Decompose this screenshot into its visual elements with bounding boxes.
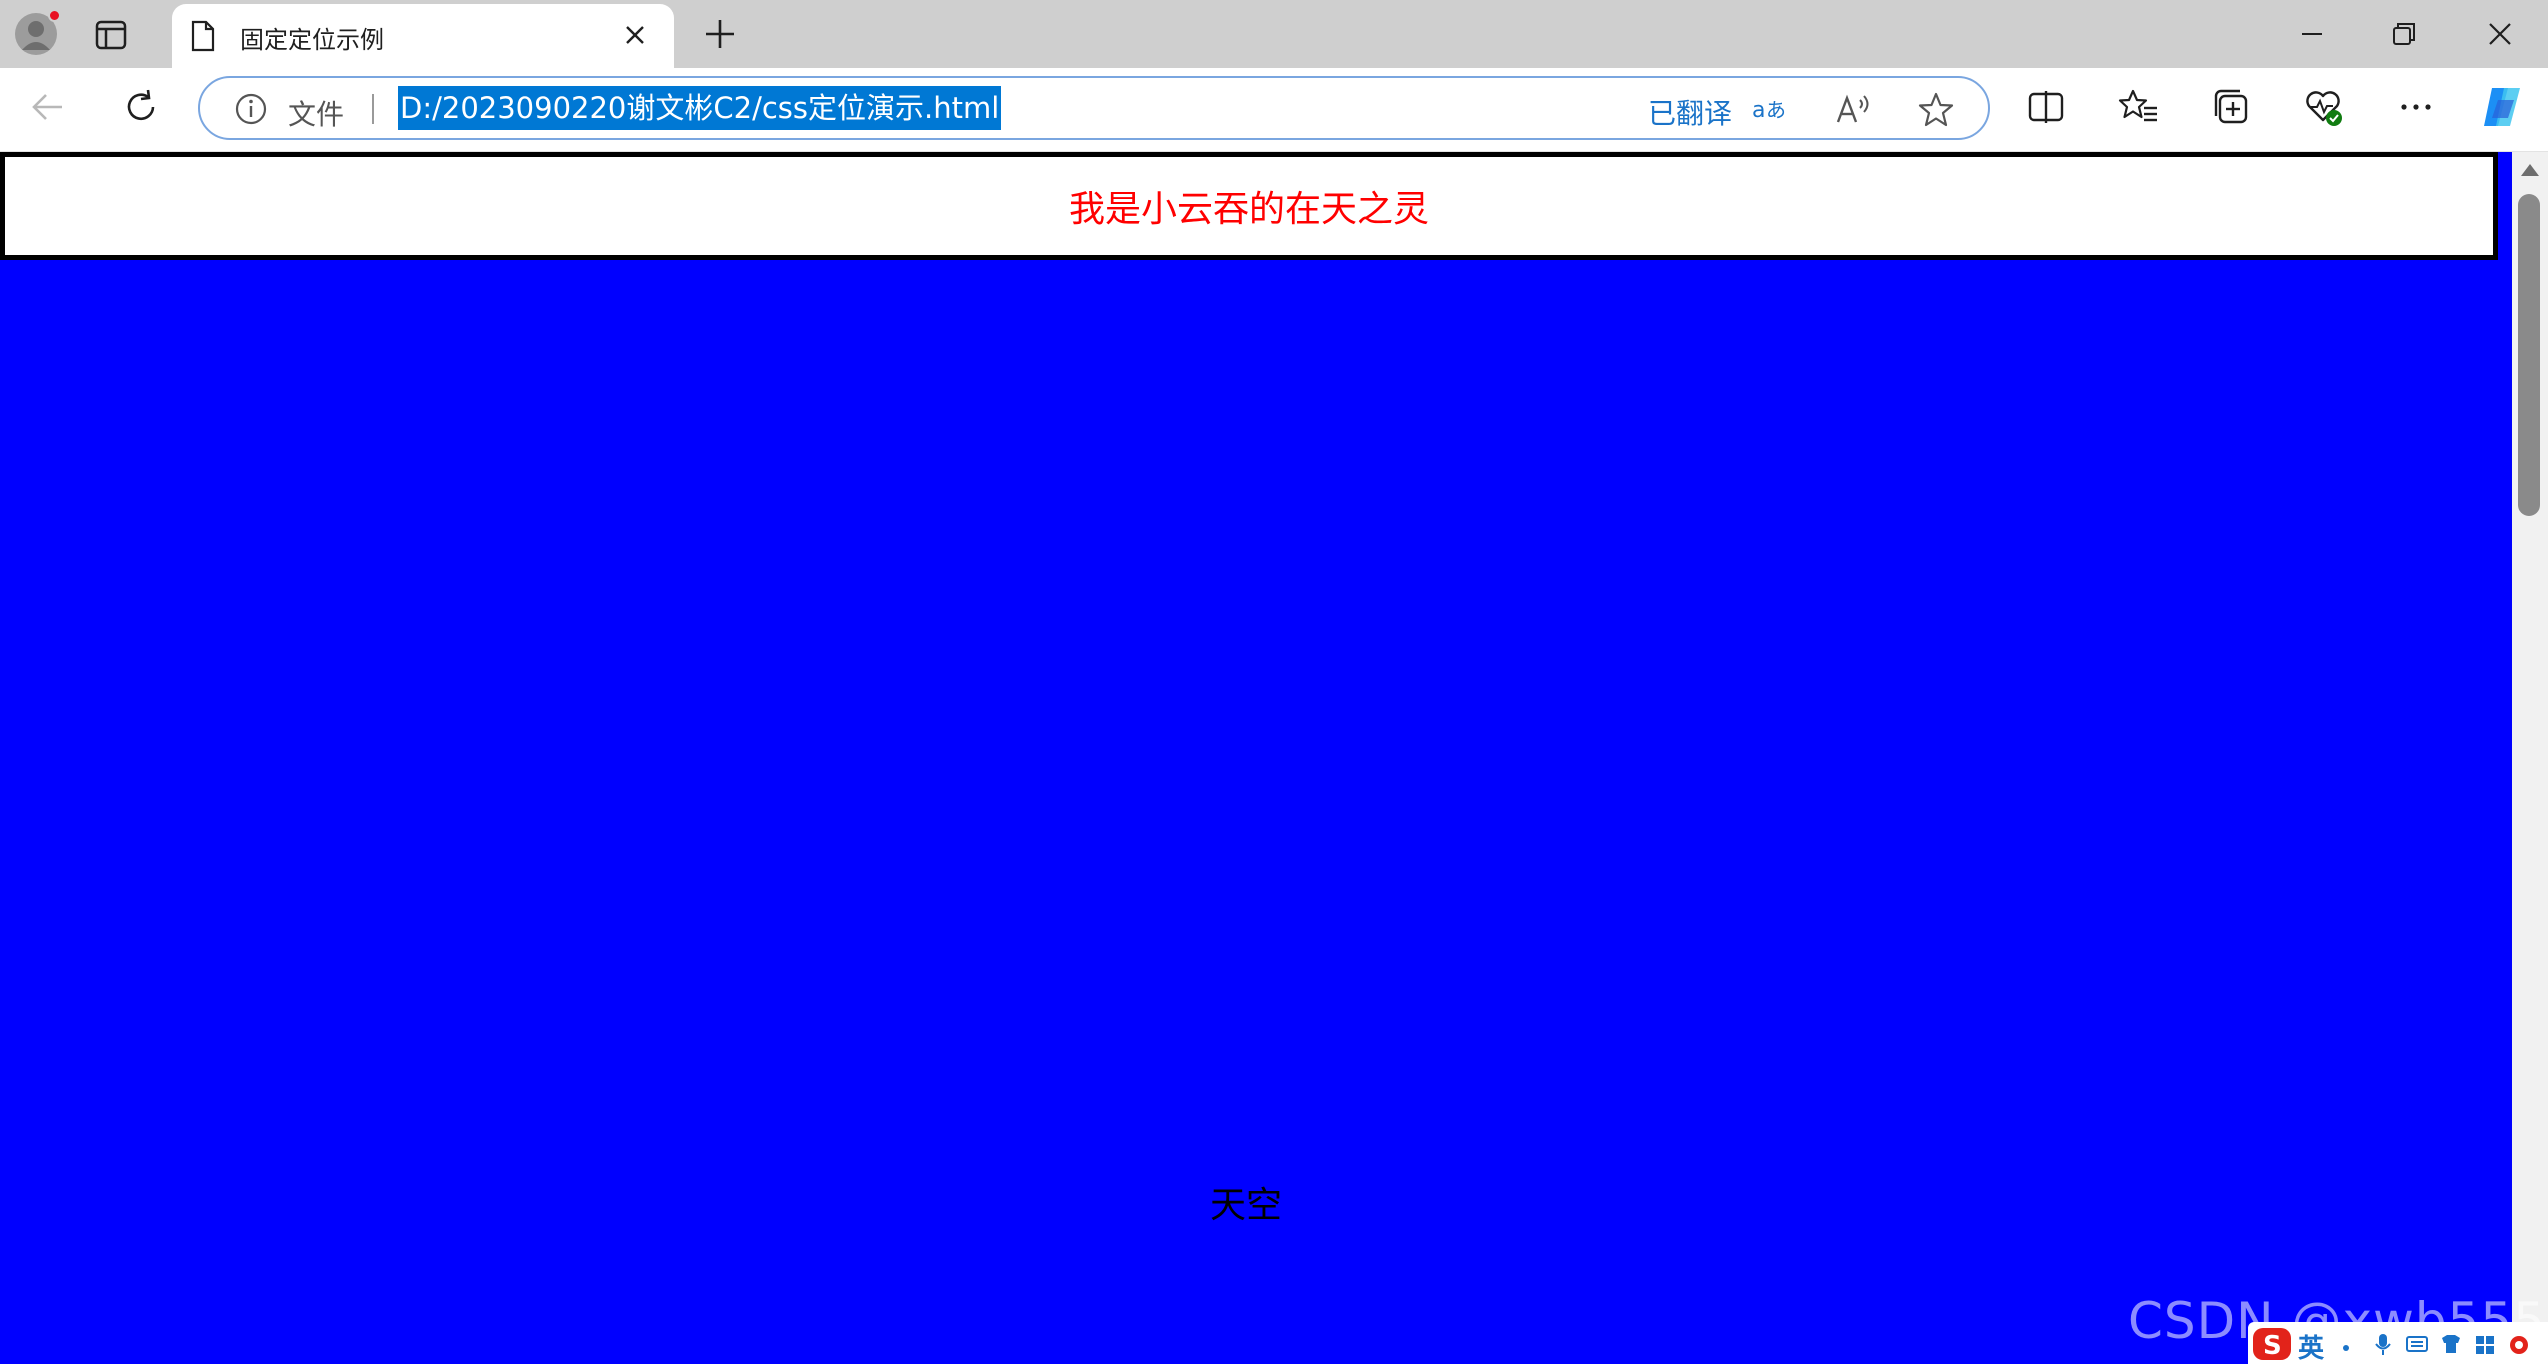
- ime-mode-label[interactable]: 英: [2298, 1328, 2324, 1365]
- svg-text:あ: あ: [1766, 98, 1786, 122]
- info-icon[interactable]: [234, 92, 268, 126]
- address-bar[interactable]: 文件 D:/2023090220谢文彬C2/css定位演示.html 已翻译 a…: [198, 76, 1990, 140]
- heart-pulse-icon[interactable]: [2302, 86, 2344, 128]
- sogou-logo-icon[interactable]: S: [2252, 1326, 2294, 1362]
- ime-toolbar[interactable]: S 英: [2248, 1322, 2548, 1364]
- fixed-header-box: 我是小云吞的在天之灵: [0, 152, 2498, 260]
- page-icon: [188, 20, 218, 52]
- scrollbar-thumb[interactable]: [2518, 194, 2540, 516]
- title-bar: 固定定位示例: [0, 0, 2548, 68]
- restore-icon[interactable]: [2388, 18, 2420, 50]
- address-url[interactable]: D:/2023090220谢文彬C2/css定位演示.html: [398, 86, 1002, 130]
- address-scheme-label: 文件: [288, 98, 345, 131]
- vertical-scrollbar[interactable]: [2512, 152, 2548, 1364]
- sky-text: 天空: [1210, 1185, 1283, 1226]
- ime-settings-icon[interactable]: [2508, 1332, 2530, 1356]
- favorites-icon[interactable]: [2118, 86, 2160, 128]
- translated-label[interactable]: 已翻译: [1648, 92, 1732, 132]
- star-icon[interactable]: [1916, 90, 1956, 130]
- tab-actions-icon[interactable]: [94, 18, 128, 52]
- svg-text:a: a: [1752, 98, 1765, 123]
- window-close-icon[interactable]: [2484, 18, 2516, 50]
- scroll-up-arrow-icon[interactable]: [2520, 162, 2540, 178]
- plus-icon[interactable]: [702, 16, 738, 52]
- toolbox-icon[interactable]: [2474, 1332, 2496, 1356]
- punctuation-icon[interactable]: [2338, 1332, 2360, 1356]
- skin-icon[interactable]: [2440, 1332, 2462, 1356]
- minimize-icon[interactable]: [2296, 18, 2328, 50]
- read-aloud-icon[interactable]: [1834, 90, 1874, 130]
- back-arrow-icon[interactable]: [26, 86, 68, 128]
- tab-title: 固定定位示例: [240, 26, 384, 54]
- copilot-icon[interactable]: [2478, 82, 2528, 132]
- svg-text:S: S: [2263, 1331, 2282, 1361]
- split-screen-icon[interactable]: [2025, 86, 2067, 128]
- microphone-icon[interactable]: [2372, 1332, 2394, 1356]
- tab-active[interactable]: 固定定位示例: [172, 4, 674, 68]
- collections-icon[interactable]: [2210, 86, 2252, 128]
- translate-icon[interactable]: a あ: [1750, 90, 1790, 130]
- address-divider: [372, 94, 374, 124]
- more-icon[interactable]: [2395, 86, 2437, 128]
- browser-toolbar: 文件 D:/2023090220谢文彬C2/css定位演示.html 已翻译 a…: [0, 68, 2548, 152]
- notification-dot: [48, 9, 61, 22]
- keyboard-icon[interactable]: [2406, 1332, 2428, 1356]
- page-viewport: 我是小云吞的在天之灵 天空: [0, 152, 2512, 1364]
- fixed-header-text: 我是小云吞的在天之灵: [1068, 189, 1429, 230]
- refresh-icon[interactable]: [120, 86, 162, 128]
- close-icon[interactable]: [622, 22, 648, 48]
